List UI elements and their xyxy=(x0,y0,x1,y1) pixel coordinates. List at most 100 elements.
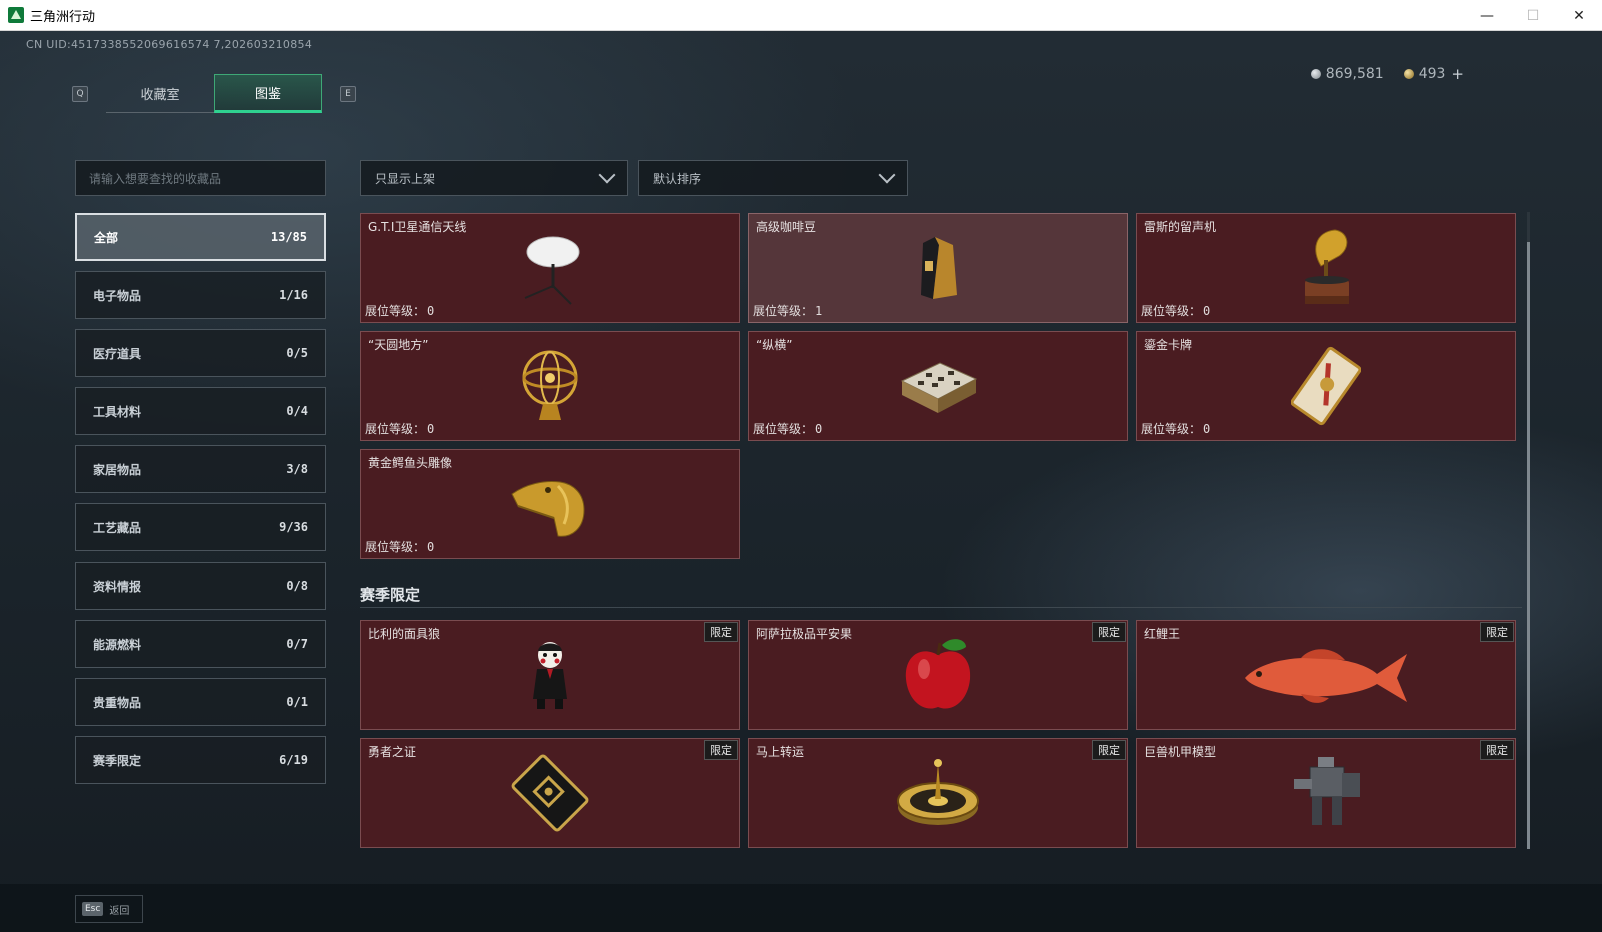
category-label: 家居物品 xyxy=(93,462,142,477)
category-count: 3/8 xyxy=(286,462,308,476)
season-item-card[interactable]: 马上转运 限定 xyxy=(748,738,1128,848)
category-count: 6/19 xyxy=(279,753,308,767)
gold-currency: 493 + xyxy=(1403,65,1464,83)
scrollbar-thumb[interactable] xyxy=(1527,242,1530,849)
season-item-card[interactable]: 勇者之证 限定 xyxy=(360,738,740,848)
category-valuables[interactable]: 贵重物品 0/1 xyxy=(75,678,326,726)
season-item-card[interactable]: 比利的面具狼 限定 xyxy=(360,620,740,730)
limited-badge: 限定 xyxy=(704,740,738,760)
app-logo-icon xyxy=(8,7,24,23)
category-label: 资料情报 xyxy=(93,579,142,594)
maximize-button[interactable]: ☐ xyxy=(1510,0,1556,31)
display-level: 展位等级： 0 xyxy=(365,540,435,554)
category-count: 13/85 xyxy=(270,230,307,244)
season-item-card[interactable]: 巨兽机甲模型 限定 xyxy=(1136,738,1516,848)
item-card[interactable]: G.T.I卫星通信天线 展位等级： 0 xyxy=(360,213,740,323)
item-card[interactable]: “天圆地方” 展位等级： 0 xyxy=(360,331,740,441)
category-count: 0/1 xyxy=(286,695,308,709)
limited-badge: 限定 xyxy=(1480,740,1514,760)
search-input[interactable]: 请输入想要查找的收藏品 xyxy=(75,160,326,196)
item-card[interactable]: 雷斯的留声机 展位等级： 0 xyxy=(1136,213,1516,323)
category-count: 1/16 xyxy=(279,288,308,302)
limited-badge: 限定 xyxy=(704,622,738,642)
item-name: 红鲤王 xyxy=(1144,627,1181,641)
category-count: 9/36 xyxy=(279,520,308,534)
category-medical[interactable]: 医疗道具 0/5 xyxy=(75,329,326,377)
chess-box-icon xyxy=(900,362,978,413)
silver-currency: 869,581 xyxy=(1310,66,1384,82)
limited-badge: 限定 xyxy=(1092,622,1126,642)
item-name: 比利的面具狼 xyxy=(368,627,441,641)
item-name: “纵横” xyxy=(756,338,793,352)
category-label: 赛季限定 xyxy=(93,753,142,768)
gold-amount: 493 xyxy=(1418,66,1446,82)
category-label: 能源燃料 xyxy=(93,637,142,652)
currency-display: 869,581 493 + xyxy=(1291,65,1464,83)
category-intel[interactable]: 资料情报 0/8 xyxy=(75,562,326,610)
tab-collection-room[interactable]: 收藏室 xyxy=(106,74,214,113)
category-electronics[interactable]: 电子物品 1/16 xyxy=(75,271,326,319)
category-label: 医疗道具 xyxy=(93,346,142,361)
gilded-card-icon xyxy=(1291,346,1361,426)
display-level: 展位等级： 0 xyxy=(753,422,823,436)
prev-tab-key-hint[interactable]: Q xyxy=(72,86,88,102)
item-name: 巨兽机甲模型 xyxy=(1144,745,1217,759)
red-carp-icon xyxy=(1245,649,1407,703)
display-level: 展位等级： 0 xyxy=(365,304,435,318)
item-name: G.T.I卫星通信天线 xyxy=(368,220,467,234)
silver-coin-icon xyxy=(1310,69,1321,79)
item-name: 雷斯的留声机 xyxy=(1144,220,1217,234)
category-all[interactable]: 全部 13/85 xyxy=(75,213,326,261)
season-item-card[interactable]: 红鲤王 限定 xyxy=(1136,620,1516,730)
category-energy[interactable]: 能源燃料 0/7 xyxy=(75,620,326,668)
item-card[interactable]: 高级咖啡豆 展位等级： 1 xyxy=(748,213,1128,323)
sort-dropdown[interactable]: 默认排序 xyxy=(638,160,908,196)
minimize-button[interactable]: — xyxy=(1464,0,1510,31)
item-name: 阿萨拉极品平安果 xyxy=(756,627,853,641)
display-level: 展位等级： 0 xyxy=(1141,422,1211,436)
item-name: 鎏金卡牌 xyxy=(1144,338,1193,352)
item-name: 勇者之证 xyxy=(368,745,417,759)
item-name: 马上转运 xyxy=(756,745,805,759)
tab-catalog[interactable]: 图鉴 xyxy=(214,74,322,113)
mech-model-icon xyxy=(1294,757,1360,825)
limited-badge: 限定 xyxy=(1092,740,1126,760)
close-button[interactable]: ✕ xyxy=(1556,0,1602,31)
tab-bar: 收藏室 图鉴 xyxy=(106,74,322,113)
shelf-filter-dropdown[interactable]: 只显示上架 xyxy=(360,160,628,196)
window-controls: — ☐ ✕ xyxy=(1464,0,1602,31)
armillary-sphere-icon xyxy=(522,350,578,420)
display-level: 展位等级： 1 xyxy=(753,304,823,318)
item-name: 黄金鳄鱼头雕像 xyxy=(368,456,453,470)
category-count: 0/4 xyxy=(286,404,308,418)
next-tab-key-hint[interactable]: E xyxy=(340,86,356,102)
scrollbar-track[interactable] xyxy=(1527,212,1530,849)
limited-badge: 限定 xyxy=(1480,622,1514,642)
category-label: 贵重物品 xyxy=(93,695,142,710)
item-card[interactable]: 黄金鳄鱼头雕像 展位等级： 0 xyxy=(360,449,740,559)
category-count: 0/8 xyxy=(286,579,308,593)
category-household[interactable]: 家居物品 3/8 xyxy=(75,445,326,493)
back-button[interactable]: Esc 返回 xyxy=(75,895,143,923)
back-label: 返回 xyxy=(109,905,130,917)
silver-amount: 869,581 xyxy=(1325,66,1384,82)
season-item-card[interactable]: 阿萨拉极品平安果 限定 xyxy=(748,620,1128,730)
coffee-bag-icon xyxy=(921,237,957,299)
item-card[interactable]: “纵横” 展位等级： 0 xyxy=(748,331,1128,441)
category-season-limited[interactable]: 赛季限定 6/19 xyxy=(75,736,326,784)
section-divider xyxy=(360,607,1522,608)
puppet-figure-icon xyxy=(533,642,567,709)
item-name: “天圆地方” xyxy=(368,338,429,352)
game-viewport: CN UID:4517338552069616574 7,20260321085… xyxy=(0,31,1602,932)
season-section-title: 赛季限定 xyxy=(360,586,421,604)
chevron-down-icon xyxy=(598,166,616,184)
category-crafts[interactable]: 工艺藏品 9/36 xyxy=(75,503,326,551)
category-label: 电子物品 xyxy=(93,288,142,303)
fortune-wheel-icon xyxy=(897,759,979,825)
gold-crocodile-head-icon xyxy=(511,481,585,537)
satellite-dish-icon xyxy=(524,236,580,305)
category-tools[interactable]: 工具材料 0/4 xyxy=(75,387,326,435)
gramophone-icon xyxy=(1305,229,1349,304)
item-card[interactable]: 鎏金卡牌 展位等级： 0 xyxy=(1136,331,1516,441)
add-currency-button[interactable]: + xyxy=(1451,65,1464,83)
